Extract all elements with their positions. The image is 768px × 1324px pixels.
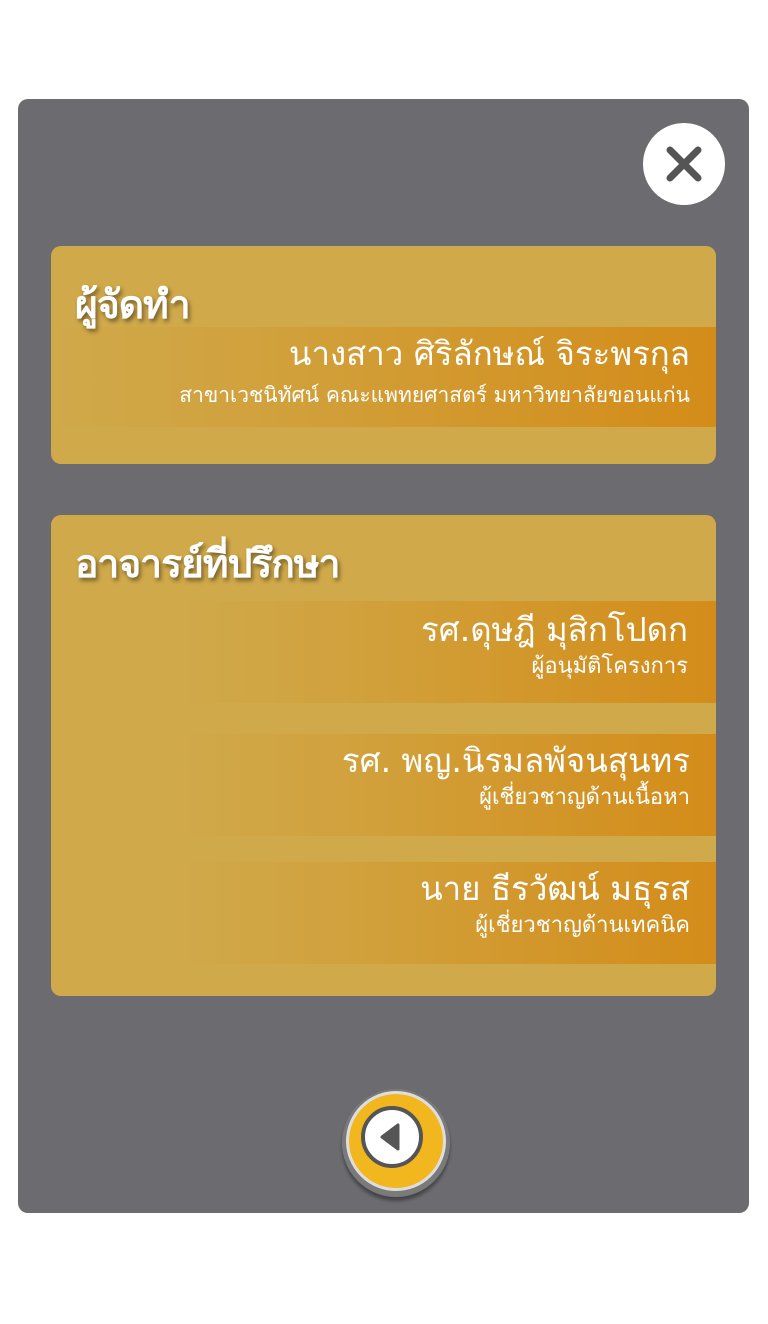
producer-card: ผู้จัดทำ นางสาว ศิริลักษณ์ จิระพรกุล สาข… — [51, 246, 716, 464]
producer-name: นางสาว ศิริลักษณ์ จิระพรกุล — [288, 334, 690, 373]
advisor-role: ผู้เชี่ยวชาญด้านเทคนิค — [475, 913, 690, 938]
producer-band: นางสาว ศิริลักษณ์ จิระพรกุล สาขาเวชนิทัศ… — [51, 327, 716, 427]
back-button-face — [361, 1106, 423, 1168]
back-button[interactable] — [342, 1089, 450, 1197]
close-icon — [666, 146, 702, 182]
advisors-title: อาจารย์ที่ปรึกษา — [75, 542, 341, 587]
close-button[interactable] — [643, 123, 725, 205]
advisor-role: ผู้อนุมัติโครงการ — [531, 654, 688, 679]
advisor-item: นาย ธีรวัฒน์ มธุรส ผู้เชี่ยวชาญด้านเทคนิ… — [181, 862, 716, 964]
back-arrow-icon — [380, 1123, 400, 1151]
producer-affiliation: สาขาเวชนิทัศน์ คณะแพทยศาสตร์ มหาวิทยาลัย… — [179, 383, 690, 407]
advisor-item: รศ.ดุษฎี มุสิกโปดก ผู้อนุมัติโครงการ — [181, 601, 716, 703]
credits-panel: ผู้จัดทำ นางสาว ศิริลักษณ์ จิระพรกุล สาข… — [18, 99, 749, 1213]
advisors-card: อาจารย์ที่ปรึกษา รศ.ดุษฎี มุสิกโปดก ผู้อ… — [51, 515, 716, 996]
advisor-name: รศ.ดุษฎี มุสิกโปดก — [421, 610, 688, 649]
advisor-name: รศ. พญ.นิรมลพัจนสุนทร — [341, 741, 690, 780]
advisor-role: ผู้เชี่ยวชาญด้านเนื้อหา — [479, 785, 690, 810]
advisor-name: นาย ธีรวัฒน์ มธุรส — [420, 869, 690, 908]
advisor-item: รศ. พญ.นิรมลพัจนสุนทร ผู้เชี่ยวชาญด้านเน… — [181, 734, 716, 836]
